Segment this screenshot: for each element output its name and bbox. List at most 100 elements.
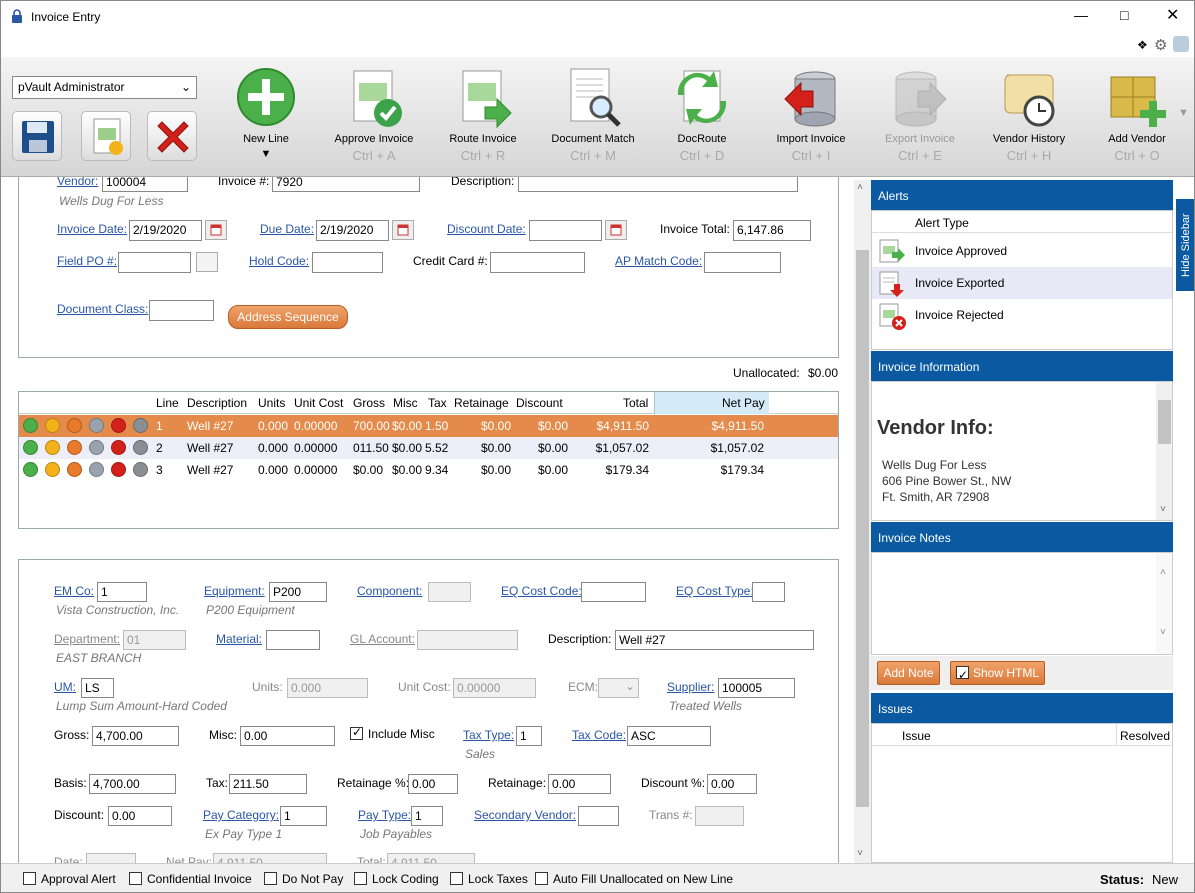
due-date-link[interactable]: Due Date:	[260, 222, 314, 236]
eq-cost-type-link[interactable]: EQ Cost Type:	[676, 584, 754, 598]
table-row[interactable]: 3 Well #27 0.000 0.00000 $0.00 $0.00 9.34 $0.00…	[19, 459, 838, 481]
user-select[interactable]: pVault Administrator ⌄	[12, 76, 197, 99]
split-line-icon[interactable]	[67, 418, 82, 433]
um-field[interactable]: LS	[81, 678, 114, 698]
description-field[interactable]	[518, 177, 798, 192]
info-scrollbar[interactable]: ˅	[1156, 382, 1172, 520]
material-link[interactable]: Material:	[216, 632, 262, 646]
invoice-notes-panel[interactable]: ˄ ˅	[871, 552, 1173, 655]
field-po-link[interactable]: Field PO #:	[57, 254, 117, 268]
pin-icon[interactable]: ❖	[1137, 38, 1148, 52]
add-line-icon[interactable]	[23, 462, 38, 477]
basis-field[interactable]: 4,700.00	[89, 774, 176, 794]
confidential-invoice-checkbox[interactable]: Confidential Invoice	[129, 872, 252, 886]
maximize-button[interactable]: □	[1120, 7, 1128, 23]
toolbar-overflow-icon[interactable]: ▼	[1178, 107, 1189, 119]
alert-row[interactable]: Invoice Exported	[872, 267, 1172, 299]
tax-code-link[interactable]: Tax Code:	[572, 728, 626, 742]
col-total[interactable]: Total	[623, 396, 648, 410]
col-discount[interactable]: Discount	[516, 396, 563, 410]
vendor-history-button[interactable]: Vendor History Ctrl + H	[977, 57, 1081, 163]
minimize-button[interactable]: —	[1074, 7, 1088, 23]
department-field[interactable]: 01	[123, 630, 186, 650]
attach-line-icon[interactable]	[133, 418, 148, 433]
new-invoice-button[interactable]	[81, 111, 131, 161]
discount-field[interactable]: 0.00	[108, 806, 172, 826]
trans-field[interactable]	[695, 806, 744, 826]
route-invoice-button[interactable]: Route Invoice Ctrl + R	[431, 57, 535, 163]
notes-scrollbar[interactable]: ˄ ˅	[1156, 553, 1172, 654]
emco-field[interactable]: 1	[97, 582, 147, 602]
add-note-button[interactable]: Add Note	[877, 661, 940, 685]
scroll-thumb[interactable]	[856, 250, 869, 807]
tax-type-link[interactable]: Tax Type:	[463, 728, 514, 742]
tax-code-field[interactable]: ASC	[627, 726, 711, 746]
split-line-icon[interactable]	[67, 462, 82, 477]
vendor-link[interactable]: Vendor:	[57, 177, 98, 188]
include-misc-checkbox[interactable]: ✓ Include Misc	[350, 725, 435, 741]
lock-coding-checkbox[interactable]: Lock Coding	[354, 872, 439, 886]
copy-line-icon[interactable]	[89, 440, 104, 455]
equipment-link[interactable]: Equipment:	[204, 584, 265, 598]
address-sequence-button[interactable]: Address Sequence	[228, 305, 348, 329]
lock-taxes-checkbox[interactable]: Lock Taxes	[450, 872, 528, 886]
emco-link[interactable]: EM Co:	[54, 584, 94, 598]
export-invoice-button[interactable]: Export Invoice Ctrl + E	[868, 57, 972, 163]
add-vendor-button[interactable]: Add Vendor Ctrl + O	[1085, 57, 1189, 163]
calendar-icon[interactable]	[605, 220, 627, 240]
add-line-icon[interactable]	[23, 440, 38, 455]
pay-category-link[interactable]: Pay Category:	[203, 808, 279, 822]
discount-pct-field[interactable]: 0.00	[707, 774, 757, 794]
delete-invoice-button[interactable]	[147, 111, 197, 161]
discount-date-link[interactable]: Discount Date:	[447, 222, 526, 236]
split-line-icon[interactable]	[67, 440, 82, 455]
hold-code-link[interactable]: Hold Code:	[249, 254, 309, 268]
discount-date-field[interactable]	[529, 220, 602, 241]
gl-account-link[interactable]: GL Account:	[350, 632, 415, 646]
edit-line-icon[interactable]	[45, 418, 60, 433]
document-match-button[interactable]: Document Match Ctrl + M	[541, 57, 645, 163]
invoice-date-field[interactable]: 2/19/2020	[129, 220, 202, 241]
retainage-field[interactable]: 0.00	[548, 774, 611, 794]
credit-card-field[interactable]	[490, 252, 585, 273]
hide-sidebar-tab[interactable]: Hide Sidebar	[1176, 199, 1194, 291]
gear-icon[interactable]: ⚙	[1154, 36, 1167, 54]
table-row[interactable]: 1 Well #27 0.000 0.00000 700.00 $0.00 1.50 $0.0…	[19, 415, 838, 437]
col-tax[interactable]: Tax	[428, 396, 447, 410]
import-invoice-button[interactable]: Import Invoice Ctrl + I	[759, 57, 863, 163]
secondary-vendor-link[interactable]: Secondary Vendor:	[474, 808, 576, 822]
component-link[interactable]: Component:	[357, 584, 422, 598]
um-link[interactable]: UM:	[54, 680, 76, 694]
document-class-field[interactable]	[149, 300, 214, 321]
calendar-icon[interactable]	[392, 220, 414, 240]
approval-alert-checkbox[interactable]: Approval Alert	[23, 872, 116, 886]
alert-row[interactable]: Invoice Rejected	[872, 299, 1172, 331]
unit-cost-field[interactable]: 0.00000	[453, 678, 536, 698]
component-field[interactable]	[428, 582, 471, 602]
due-date-field[interactable]: 2/19/2020	[316, 220, 389, 241]
tax-field[interactable]: 211.50	[229, 774, 307, 794]
edit-line-icon[interactable]	[45, 462, 60, 477]
info-scroll-thumb[interactable]	[1158, 400, 1171, 444]
approve-invoice-button[interactable]: Approve Invoice Ctrl + A	[322, 57, 426, 163]
total-field[interactable]: 4,911.50	[387, 853, 475, 863]
scroll-down-icon[interactable]: ˅	[857, 848, 863, 859]
main-scrollbar[interactable]: ˄ ˅	[854, 180, 871, 863]
department-link[interactable]: Department:	[54, 632, 120, 646]
document-class-link[interactable]: Document Class:	[57, 302, 148, 316]
field-po-field[interactable]	[118, 252, 191, 273]
alert-type-header[interactable]: Alert Type	[915, 216, 969, 230]
edit-line-icon[interactable]	[45, 440, 60, 455]
pay-type-link[interactable]: Pay Type:	[358, 808, 411, 822]
copy-line-icon[interactable]	[89, 418, 104, 433]
col-misc[interactable]: Misc	[393, 396, 418, 410]
net-pay-field[interactable]: 4,911.50	[213, 853, 327, 863]
tax-type-field[interactable]: 1	[516, 726, 542, 746]
delete-line-icon[interactable]	[111, 418, 126, 433]
new-line-dropdown-arrow[interactable]: ▼	[214, 148, 318, 160]
eq-cost-code-field[interactable]	[581, 582, 646, 602]
col-description[interactable]: Description	[187, 396, 247, 410]
col-line[interactable]: Line	[156, 396, 179, 410]
supplier-field[interactable]: 100005	[718, 678, 795, 698]
ecm-select[interactable]: ⌄	[598, 678, 639, 698]
